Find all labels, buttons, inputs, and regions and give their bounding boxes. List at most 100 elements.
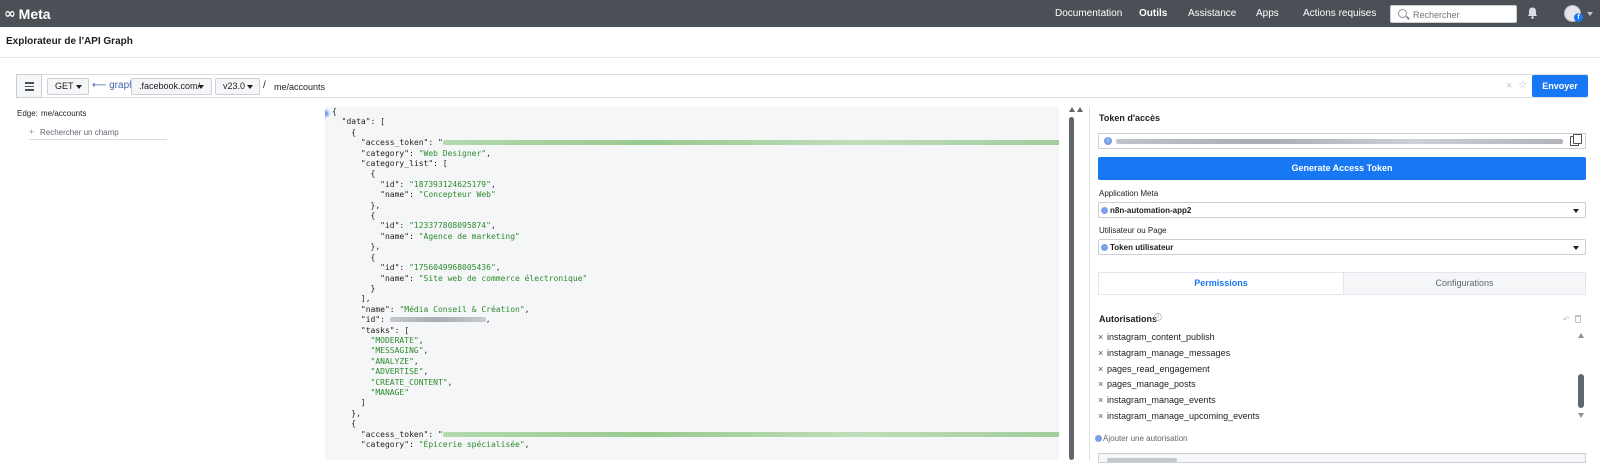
path-separator: / [263, 80, 266, 91]
plus-icon: + [29, 127, 35, 137]
close-icon[interactable]: × [1098, 409, 1107, 425]
nav-link-outils[interactable]: Outils [1139, 8, 1167, 19]
search-icon [1398, 9, 1407, 18]
response-scrollbar[interactable] [1068, 107, 1076, 460]
scroll-up-icon[interactable] [1578, 333, 1584, 338]
page-title: Explorateur de l'API Graph [6, 36, 133, 47]
search-input[interactable] [1413, 8, 1513, 21]
scroll-up-icon[interactable] [1069, 107, 1075, 112]
code-line: "name": "Site web de commerce électroniq… [332, 273, 588, 283]
chevron-down-icon [1573, 209, 1579, 213]
permission-item: × instagram_manage_upcoming_events [1098, 409, 1558, 425]
scrollbar-thumb[interactable] [1578, 374, 1584, 408]
access-token-field[interactable]: i [1098, 133, 1586, 149]
user-select[interactable]: Token utilisateur [1098, 239, 1586, 255]
trash-icon[interactable] [1575, 315, 1581, 323]
undo-icon[interactable]: ↶ [1563, 316, 1570, 324]
code-line: { [332, 419, 357, 429]
version-select[interactable]: v23.0 [215, 78, 260, 95]
tab-configurations[interactable]: Configurations [1344, 273, 1585, 294]
status-dot-icon [1095, 435, 1102, 442]
star-icon[interactable]: ☆ [1518, 79, 1528, 91]
code-line: ], [332, 294, 371, 304]
access-token-value [1116, 139, 1563, 144]
code-line: "id": "1756049968005436", [332, 263, 501, 273]
field-search-label: Rechercher un champ [40, 128, 119, 137]
close-icon[interactable]: × [1098, 377, 1107, 393]
menu-button[interactable] [16, 74, 42, 98]
code-line: "category_list": [ [332, 159, 448, 169]
info-icon[interactable]: i [1104, 137, 1112, 145]
permissions-list: × instagram_content_publish × instagram_ma… [1098, 330, 1558, 425]
code-line: }, [332, 408, 361, 418]
nav-link-actions-requises[interactable]: Actions requises [1303, 8, 1376, 19]
permission-item: × instagram_manage_events [1098, 393, 1558, 409]
close-icon[interactable]: × [1098, 362, 1107, 378]
path-input[interactable] [274, 79, 1474, 94]
permission-label: instagram_manage_messages [1107, 347, 1231, 358]
permission-label: pages_manage_posts [1107, 379, 1196, 390]
add-permission[interactable]: Ajouter une autorisation [1095, 434, 1188, 443]
code-line: "ANALYZE", [370, 356, 419, 366]
generate-access-token-button[interactable]: Generate Access Token [1098, 157, 1586, 180]
code-line: "access_token": " [332, 138, 1059, 148]
chevron-down-icon [198, 85, 204, 89]
bell-icon[interactable] [1527, 7, 1538, 19]
field-search[interactable]: + Rechercher un champ [29, 127, 167, 140]
code-line: "ADVERTISE", [370, 367, 429, 377]
method-value: GET [55, 81, 74, 91]
user-value: Token utilisateur [1110, 243, 1174, 252]
code-line: { [332, 211, 376, 221]
search-box[interactable] [1390, 5, 1517, 23]
top-navbar: ∞ Meta Documentation Outils Assistance A… [0, 0, 1600, 27]
code-line: "id": , [332, 315, 491, 325]
fold-marker-icon[interactable] [325, 109, 330, 118]
code-line: }, [332, 242, 381, 252]
scrollbar-thumb[interactable] [1069, 117, 1074, 460]
code-line: }, [332, 200, 381, 210]
code-line: "category": "Web Designer", [332, 148, 491, 158]
method-select[interactable]: GET [47, 78, 89, 95]
access-token-title: Token d'accès [1099, 113, 1161, 123]
permissions-scrollbar[interactable] [1578, 331, 1584, 419]
meta-infinity-icon: ∞ [4, 6, 16, 22]
response-viewer[interactable]: { "data": [ { "access_token": " "categor… [325, 107, 1059, 460]
logo-text: Meta [18, 6, 51, 22]
code-line: "MANAGE" [370, 387, 410, 397]
nav-link-documentation[interactable]: Documentation [1055, 8, 1122, 19]
divider [1089, 107, 1090, 460]
meta-logo[interactable]: ∞ Meta [4, 6, 51, 22]
chevron-down-icon [76, 85, 82, 89]
permission-label: instagram_manage_upcoming_events [1107, 410, 1260, 421]
code-line: "MESSAGING", [370, 346, 429, 356]
permission-label: instagram_manage_events [1107, 395, 1216, 406]
close-icon[interactable]: × [1506, 80, 1512, 92]
permission-item: × instagram_manage_messages [1098, 346, 1558, 362]
close-icon[interactable]: × [1098, 346, 1107, 362]
tab-permissions[interactable]: Permissions [1099, 273, 1344, 294]
code-line: { [332, 252, 376, 262]
bottom-field[interactable] [1098, 453, 1586, 463]
nav-link-apps[interactable]: Apps [1256, 8, 1279, 19]
code-line: "name": "Média Conseil & Création", [332, 304, 530, 314]
menu-icon [25, 82, 34, 84]
status-dot-icon [1101, 207, 1108, 214]
chevron-down-icon[interactable] [1587, 12, 1593, 16]
scroll-down-icon[interactable] [1578, 413, 1584, 418]
avatar-badge-icon: f [1574, 13, 1583, 22]
permission-label: instagram_content_publish [1107, 332, 1215, 342]
close-icon[interactable]: × [1098, 330, 1107, 346]
redacted-value [389, 317, 486, 323]
close-icon[interactable]: × [1098, 393, 1107, 409]
response-code: { "data": [ { "access_token": " "categor… [332, 107, 1059, 450]
domain-select[interactable]: .facebook.com/ [131, 78, 212, 95]
info-icon[interactable]: i [1154, 313, 1162, 321]
send-button[interactable]: Envoyer [1532, 75, 1588, 97]
scroll-up-icon[interactable] [1077, 107, 1083, 112]
nav-link-assistance[interactable]: Assistance [1188, 8, 1236, 19]
code-line: "MODERATE", [370, 335, 424, 345]
app-select[interactable]: n8n-automation-app2 [1098, 202, 1586, 218]
chevron-down-icon [247, 85, 253, 89]
copy-icon[interactable] [1570, 134, 1582, 146]
permission-item: × instagram_content_publish [1098, 330, 1558, 346]
